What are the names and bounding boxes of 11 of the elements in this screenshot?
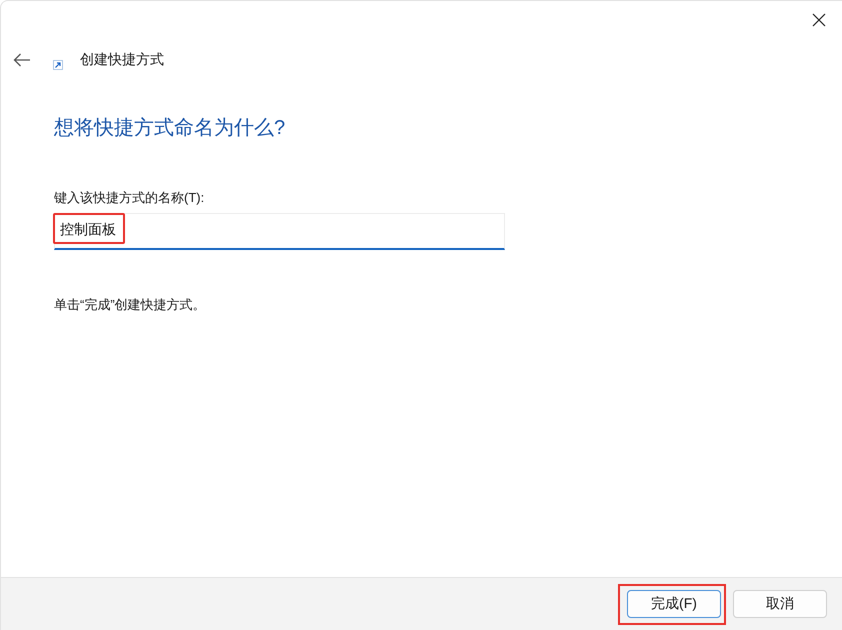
- back-arrow-icon: [13, 53, 31, 67]
- close-icon: [812, 13, 826, 27]
- shortcut-icon: [53, 60, 63, 70]
- name-input[interactable]: 控制面板: [54, 213, 505, 250]
- dialog-button[interactable]: 取消: [733, 590, 827, 618]
- hint-text: 单击“完成”创建快捷方式。: [54, 296, 206, 314]
- window-title: 创建快捷方式: [80, 51, 164, 69]
- page-heading: 想将快捷方式命名为什么?: [54, 116, 286, 141]
- back-button[interactable]: [12, 52, 32, 68]
- dialog-button[interactable]: 完成(F): [627, 590, 721, 618]
- field-label: 键入该快捷方式的名称(T):: [54, 189, 204, 207]
